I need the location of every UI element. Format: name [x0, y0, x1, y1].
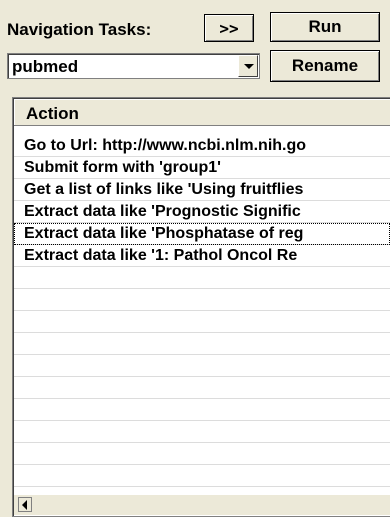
list-item[interactable]: Extract data like 'Prognostic Signific [14, 201, 390, 223]
list-item[interactable]: Get a list of links like 'Using fruitfli… [14, 179, 390, 201]
column-header-action[interactable]: Action [14, 99, 390, 126]
column-header-label: Action [26, 104, 79, 123]
empty-row [14, 311, 390, 333]
empty-row [14, 399, 390, 421]
actions-rows: Go to Url: http://www.ncbi.nlm.nih.go Su… [14, 135, 390, 487]
empty-row [14, 355, 390, 377]
rename-button[interactable]: Rename [270, 50, 380, 82]
list-item-focused[interactable]: Extract data like 'Phosphatase of reg [14, 223, 390, 245]
horizontal-scrollbar[interactable] [14, 494, 390, 515]
task-select-value: pubmed [12, 57, 79, 76]
empty-row [14, 421, 390, 443]
empty-row [14, 377, 390, 399]
empty-row [14, 289, 390, 311]
task-select[interactable]: pubmed [7, 53, 260, 79]
empty-row [14, 267, 390, 289]
chevron-down-icon[interactable] [238, 55, 258, 77]
actions-list[interactable]: Action Go to Url: http://www.ncbi.nlm.ni… [12, 97, 390, 517]
list-item[interactable]: Submit form with 'group1' [14, 157, 390, 179]
list-item[interactable]: Go to Url: http://www.ncbi.nlm.nih.go [14, 135, 390, 157]
navigation-tasks-label: Navigation Tasks: [7, 20, 152, 39]
scroll-left-icon[interactable] [18, 497, 32, 512]
empty-row [14, 333, 390, 355]
empty-row [14, 443, 390, 465]
expand-button[interactable]: >> [204, 14, 254, 42]
run-button[interactable]: Run [270, 12, 380, 42]
empty-row [14, 465, 390, 487]
list-item[interactable]: Extract data like '1: Pathol Oncol Re [14, 245, 390, 267]
